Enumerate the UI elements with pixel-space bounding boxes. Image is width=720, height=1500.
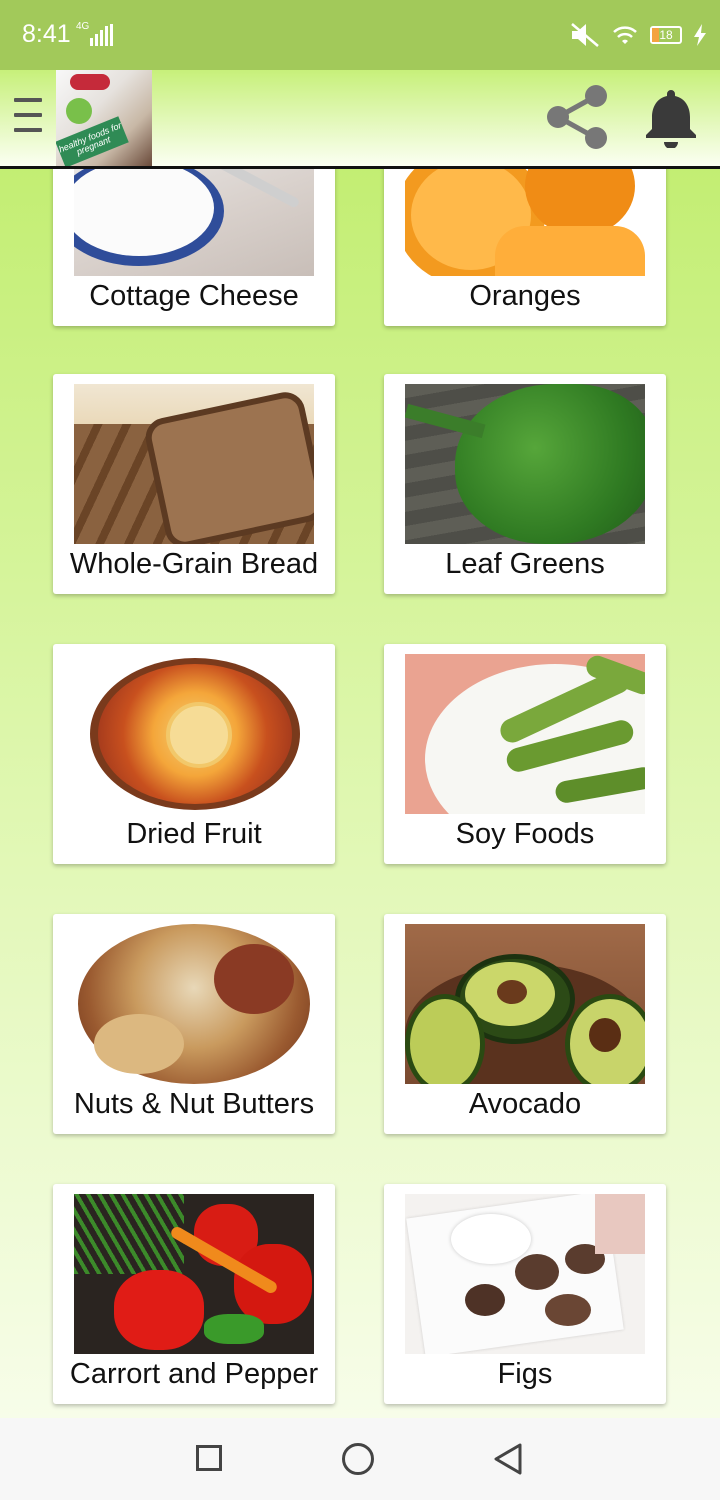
food-card-leaf-greens[interactable]: Leaf Greens (384, 374, 666, 594)
food-label: Carrort and Pepper (69, 1358, 319, 1390)
square-icon[interactable] (196, 1445, 222, 1471)
avocado-image (405, 924, 645, 1084)
food-label: Dried Fruit (126, 818, 262, 850)
food-card-nuts[interactable]: Nuts & Nut Butters (53, 914, 335, 1134)
food-card-carrot-pepper[interactable]: Carrort and Pepper (53, 1184, 335, 1404)
food-label: Avocado (468, 1088, 582, 1120)
share-icon[interactable] (544, 84, 610, 150)
food-label: Whole-Grain Bread (69, 548, 319, 580)
food-card-cottage-cheese[interactable]: Cottage Cheese (53, 169, 335, 326)
hamburger-menu-icon[interactable] (14, 98, 42, 134)
battery-level: 18 (659, 28, 673, 42)
food-label: Soy Foods (455, 818, 595, 850)
charging-icon (694, 24, 706, 46)
system-nav-bar (0, 1418, 720, 1500)
soy-foods-image (405, 654, 645, 814)
food-card-whole-grain-bread[interactable]: Whole-Grain Bread (53, 374, 335, 594)
food-grid: Cottage Cheese Oranges Whole-Grain Bread… (0, 169, 720, 1418)
food-card-dried-fruit[interactable]: Dried Fruit (53, 644, 335, 864)
nuts-image (74, 924, 314, 1084)
figs-image (405, 1194, 645, 1354)
wifi-icon (613, 26, 637, 44)
food-card-avocado[interactable]: Avocado (384, 914, 666, 1134)
status-bar: 8:41 4G 18 (0, 0, 720, 70)
food-card-figs[interactable]: Figs (384, 1184, 666, 1404)
food-card-oranges[interactable]: Oranges (384, 169, 666, 326)
carrot-pepper-image (74, 1194, 314, 1354)
food-label: Oranges (469, 280, 581, 312)
app-logo: healthy foods for pregnant (56, 70, 152, 166)
clock: 8:41 (22, 20, 71, 48)
network-type: 4G (76, 21, 90, 32)
bell-icon[interactable] (644, 86, 698, 148)
app-bar: healthy foods for pregnant (0, 70, 720, 169)
circle-icon[interactable] (342, 1443, 374, 1475)
triangle-back-icon[interactable] (492, 1442, 524, 1476)
food-label: Leaf Greens (445, 548, 605, 580)
battery-icon: 18 (650, 26, 682, 44)
food-card-soy-foods[interactable]: Soy Foods (384, 644, 666, 864)
signal-icon (90, 24, 113, 46)
food-label: Figs (497, 1358, 553, 1390)
whole-grain-bread-image (74, 384, 314, 544)
dried-fruit-image (74, 654, 314, 814)
cottage-cheese-image (74, 169, 314, 276)
food-label: Cottage Cheese (89, 280, 299, 312)
mute-icon (571, 23, 599, 47)
leaf-greens-image (405, 384, 645, 544)
logo-text: healthy foods for pregnant (56, 116, 129, 166)
food-label: Nuts & Nut Butters (73, 1088, 315, 1120)
oranges-image (405, 169, 645, 276)
